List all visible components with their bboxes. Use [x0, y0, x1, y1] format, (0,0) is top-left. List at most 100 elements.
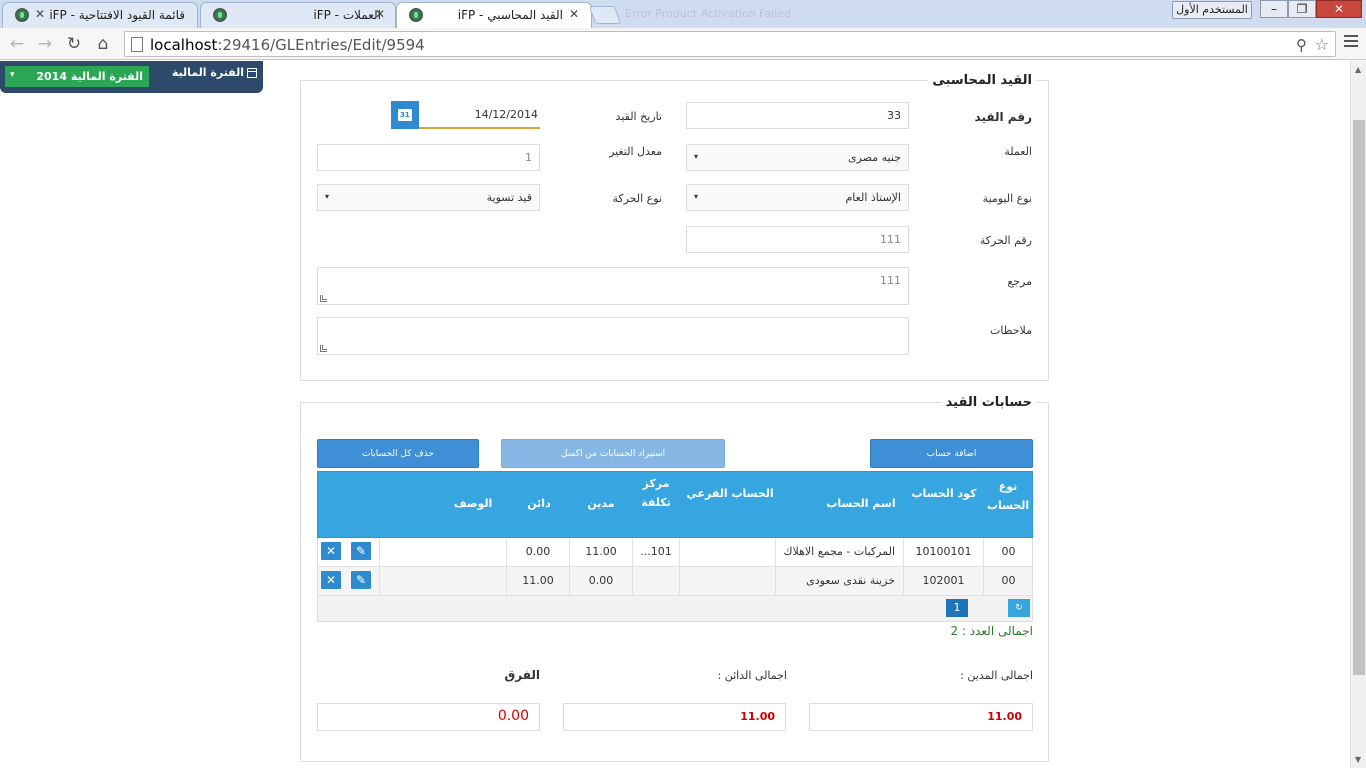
tab-opening-entries-list[interactable]: ✕ قائمة القيود الافتتاحية - iFP [2, 2, 198, 28]
forward-arrow-icon[interactable]: → [35, 34, 55, 54]
calendar-icon [398, 109, 412, 121]
total-count: اجمالى العدد : 2 [950, 624, 1033, 638]
reload-icon[interactable]: ↻ [64, 34, 84, 54]
column-credit[interactable]: دائن [508, 494, 570, 513]
fiscal-period-select[interactable]: ▾ الفترة المالية 2014 [5, 66, 149, 87]
table-row[interactable]: 00 10100101 المركبات - مجمع الاهلاك 101.… [317, 538, 1033, 567]
total-debit-label: اجمالى المدين : [960, 669, 1033, 682]
movement-type-label: نوع الحركة [612, 192, 662, 205]
new-tab-button[interactable] [588, 6, 622, 24]
site-favicon-icon [15, 8, 29, 22]
zoom-icon[interactable]: ⚲ [1296, 36, 1307, 54]
currency-select[interactable]: ▾ جنيه مصرى [686, 144, 909, 171]
cell-description [379, 567, 506, 596]
delete-all-accounts-button[interactable]: حذف كل الحسابات [317, 439, 479, 468]
column-cost-center[interactable]: مركز تكلفة [632, 474, 680, 512]
page-icon [131, 37, 143, 52]
cell-type: 00 [983, 567, 1033, 596]
window-close-button[interactable]: ✕ [1316, 0, 1362, 18]
cell-debit: 11.00 [569, 538, 632, 567]
scrollbar-thumb[interactable] [1353, 120, 1365, 675]
column-account-code[interactable]: كود الحساب [904, 484, 984, 503]
rate-field[interactable]: 1 [317, 144, 540, 171]
resize-handle-icon[interactable] [320, 295, 327, 302]
entry-no-field[interactable]: 33 [686, 102, 909, 129]
caret-down-icon: ▾ [694, 152, 699, 161]
import-excel-button[interactable]: استيراد الحسابات من اكسل [501, 439, 725, 468]
site-favicon-icon [213, 8, 227, 22]
tab-title: العملات - iFP [313, 8, 381, 22]
tab-title: قائمة القيود الافتتاحية - iFP [49, 8, 185, 22]
cell-type: 00 [983, 538, 1033, 567]
column-debit[interactable]: مدين [570, 494, 632, 513]
cell-name: خزينة نقدى سعودى [775, 567, 903, 596]
column-description[interactable]: الوصف [438, 494, 508, 513]
minimize-button[interactable]: – [1260, 0, 1288, 18]
user-profile-button[interactable]: المستخدم الأول [1172, 1, 1252, 19]
page-scrollbar[interactable]: ▲ ▼ [1350, 61, 1366, 768]
fiscal-period-label: الفترة المالية [172, 66, 257, 79]
cell-cost-center: 101... [632, 538, 679, 567]
restore-button[interactable]: ❐ [1288, 0, 1316, 18]
cell-debit: 0.00 [569, 567, 632, 596]
scroll-up-icon[interactable]: ▲ [1355, 65, 1361, 74]
tab-close-icon[interactable]: ✕ [569, 7, 579, 21]
column-account-type[interactable]: نوع الحساب [984, 477, 1032, 515]
edit-row-icon[interactable]: ✎ [351, 542, 371, 560]
delete-row-icon[interactable]: ✕ [321, 571, 341, 589]
movement-no-field[interactable]: 111 [686, 226, 909, 253]
total-credit-field: 11.00 [563, 703, 786, 731]
address-bar[interactable]: localhost:29416/GLEntries/Edit/9594 ⚲ ☆ [124, 31, 1336, 57]
caret-down-icon: ▾ [10, 70, 15, 80]
bookmark-star-icon[interactable]: ☆ [1315, 35, 1329, 54]
ghost-tab-title: Error Product Activation Failed [625, 7, 792, 20]
column-sub-account[interactable]: الحساب الفرعي [680, 484, 780, 503]
calendar-button[interactable] [391, 101, 419, 129]
current-page-button[interactable]: 1 [946, 599, 968, 617]
grid-header: نوع الحساب كود الحساب اسم الحساب الحساب … [317, 471, 1033, 538]
entry-section-title: القيد المحاسبى [928, 73, 1036, 88]
browser-menu-icon[interactable] [1344, 35, 1358, 49]
difference-label: الفرق [504, 668, 540, 682]
entry-panel: القيد المحاسبى رقم القيد 33 تاريخ القيد … [300, 73, 1049, 381]
reference-textarea[interactable]: 111 [317, 267, 909, 305]
site-favicon-icon [409, 8, 423, 22]
browser-toolbar: ← → ↻ ⌂ localhost:29416/GLEntries/Edit/9… [0, 28, 1366, 60]
refresh-icon[interactable]: ↻ [1008, 599, 1030, 617]
page-viewport: ▾ الفترة المالية 2014 الفترة المالية الق… [0, 61, 1350, 768]
home-icon[interactable]: ⌂ [93, 34, 113, 54]
cell-name: المركبات - مجمع الاهلاك [775, 538, 903, 567]
resize-handle-icon[interactable] [320, 345, 327, 352]
movement-no-label: رقم الحركة [979, 234, 1032, 247]
column-account-name[interactable]: اسم الحساب [818, 494, 904, 513]
tab-accounting-entry[interactable]: ✕ القيد المحاسبي - iFP [396, 2, 592, 29]
calendar-icon [247, 67, 257, 78]
notes-textarea[interactable] [317, 317, 909, 355]
tab-close-icon[interactable]: ✕ [35, 7, 45, 21]
accounts-grid: نوع الحساب كود الحساب اسم الحساب الحساب … [317, 471, 1033, 622]
tab-title: القيد المحاسبي - iFP [457, 8, 563, 22]
url-text[interactable]: localhost:29416/GLEntries/Edit/9594 [150, 36, 425, 54]
difference-field: 0.00 [317, 703, 540, 731]
add-account-button[interactable]: اضافة حساب [870, 439, 1033, 468]
entry-date-label: تاريخ القيد [615, 110, 662, 123]
scroll-down-icon[interactable]: ▼ [1355, 755, 1361, 764]
table-row[interactable]: 00 102001 خزينة نقدى سعودى 0.00 11.00 ✎ … [317, 567, 1033, 596]
entry-date-picker: 14/12/2014 [391, 101, 540, 129]
entry-date-field[interactable]: 14/12/2014 [419, 101, 540, 129]
tab-currencies[interactable]: ✕ العملات - iFP ✕ [200, 2, 396, 28]
caret-down-icon: ▾ [325, 192, 330, 201]
grid-pager: 1 ↻ [317, 596, 1033, 622]
cell-description [379, 538, 506, 567]
journal-type-label: نوع اليومية [982, 192, 1032, 205]
journal-type-select[interactable]: ▾ الإستاذ العام [686, 184, 909, 211]
cell-cost-center [632, 567, 679, 596]
back-arrow-icon[interactable]: ← [7, 34, 27, 54]
caret-down-icon: ▾ [694, 192, 699, 201]
delete-row-icon[interactable]: ✕ [321, 542, 341, 560]
notes-label: ملاحظات [990, 324, 1032, 337]
edit-row-icon[interactable]: ✎ [351, 571, 371, 589]
cell-credit: 0.00 [506, 538, 569, 567]
movement-type-select[interactable]: ▾ قيد تسوية [317, 184, 540, 211]
tab-close-icon[interactable]: ✕ [375, 7, 385, 21]
